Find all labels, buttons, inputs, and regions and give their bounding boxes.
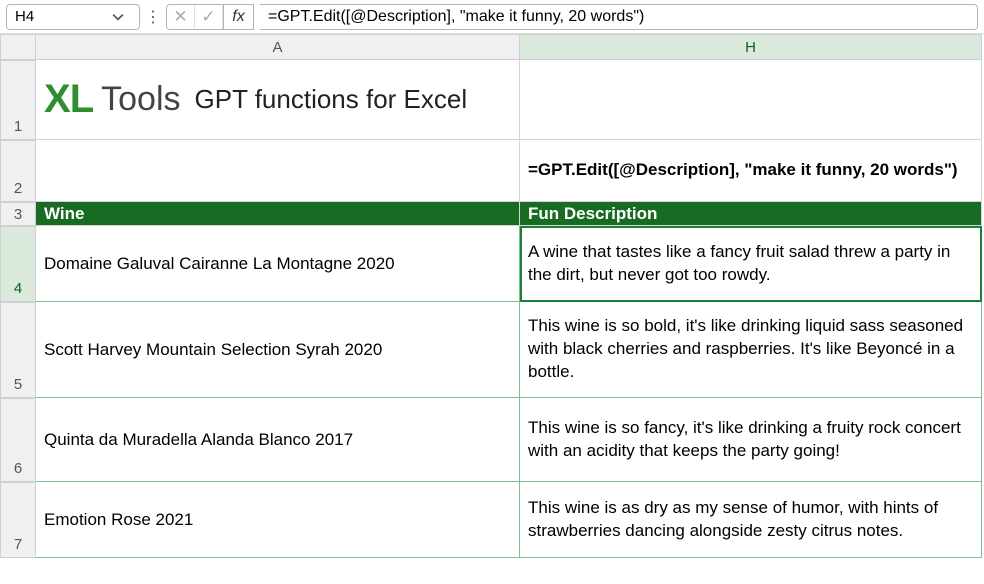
table-header-desc[interactable]: Fun Description — [520, 202, 982, 226]
logo-xl-text: XL — [44, 77, 93, 122]
cell-A2[interactable] — [36, 140, 520, 202]
table-header-wine[interactable]: Wine — [36, 202, 520, 226]
name-box[interactable] — [6, 4, 140, 30]
name-box-input[interactable] — [7, 8, 107, 25]
select-all-corner[interactable] — [0, 34, 36, 60]
vertical-dots-icon[interactable]: ⋮ — [146, 7, 160, 27]
cell-A5[interactable]: Scott Harvey Mountain Selection Syrah 20… — [36, 302, 520, 398]
cell-A4[interactable]: Domaine Galuval Cairanne La Montagne 202… — [36, 226, 520, 302]
cell-H1[interactable] — [520, 60, 982, 140]
cell-A6[interactable]: Quinta da Muradella Alanda Blanco 2017 — [36, 398, 520, 482]
cell-H7[interactable]: This wine is as dry as my sense of humor… — [520, 482, 982, 558]
row-header-3[interactable]: 3 — [0, 202, 36, 226]
row-header-7[interactable]: 7 — [0, 482, 36, 558]
col-header-H[interactable]: H — [520, 34, 982, 60]
row-header-6[interactable]: 6 — [0, 398, 36, 482]
cancel-formula-button[interactable]: ✕ — [167, 5, 195, 29]
xltools-logo: XLTools GPT functions for Excel — [44, 77, 467, 122]
cell-A7[interactable]: Emotion Rose 2021 — [36, 482, 520, 558]
row-header-4[interactable]: 4 — [0, 226, 36, 302]
row-header-5[interactable]: 5 — [0, 302, 36, 398]
cell-H4[interactable]: A wine that tastes like a fancy fruit sa… — [520, 226, 982, 302]
row-header-1[interactable]: 1 — [0, 60, 36, 140]
name-box-dropdown-icon[interactable] — [107, 11, 129, 23]
formula-bar: ⋮ ✕ ✓ fx — [0, 0, 984, 34]
cell-H2[interactable]: =GPT.Edit([@Description], "make it funny… — [520, 140, 982, 202]
fx-label[interactable]: fx — [223, 4, 253, 30]
row-header-2[interactable]: 2 — [0, 140, 36, 202]
col-header-A[interactable]: A — [36, 34, 520, 60]
cell-A1[interactable]: XLTools GPT functions for Excel — [36, 60, 520, 140]
logo-tools-text: Tools — [101, 80, 180, 119]
formula-input[interactable] — [260, 4, 978, 30]
logo-subtitle: GPT functions for Excel — [195, 84, 468, 115]
cell-H5[interactable]: This wine is so bold, it's like drinking… — [520, 302, 982, 398]
cell-H6[interactable]: This wine is so fancy, it's like drinkin… — [520, 398, 982, 482]
formula-controls: ✕ ✓ fx — [166, 4, 254, 30]
confirm-formula-button[interactable]: ✓ — [195, 5, 223, 29]
spreadsheet-grid: A H 1 XLTools GPT functions for Excel 2 … — [0, 34, 984, 558]
